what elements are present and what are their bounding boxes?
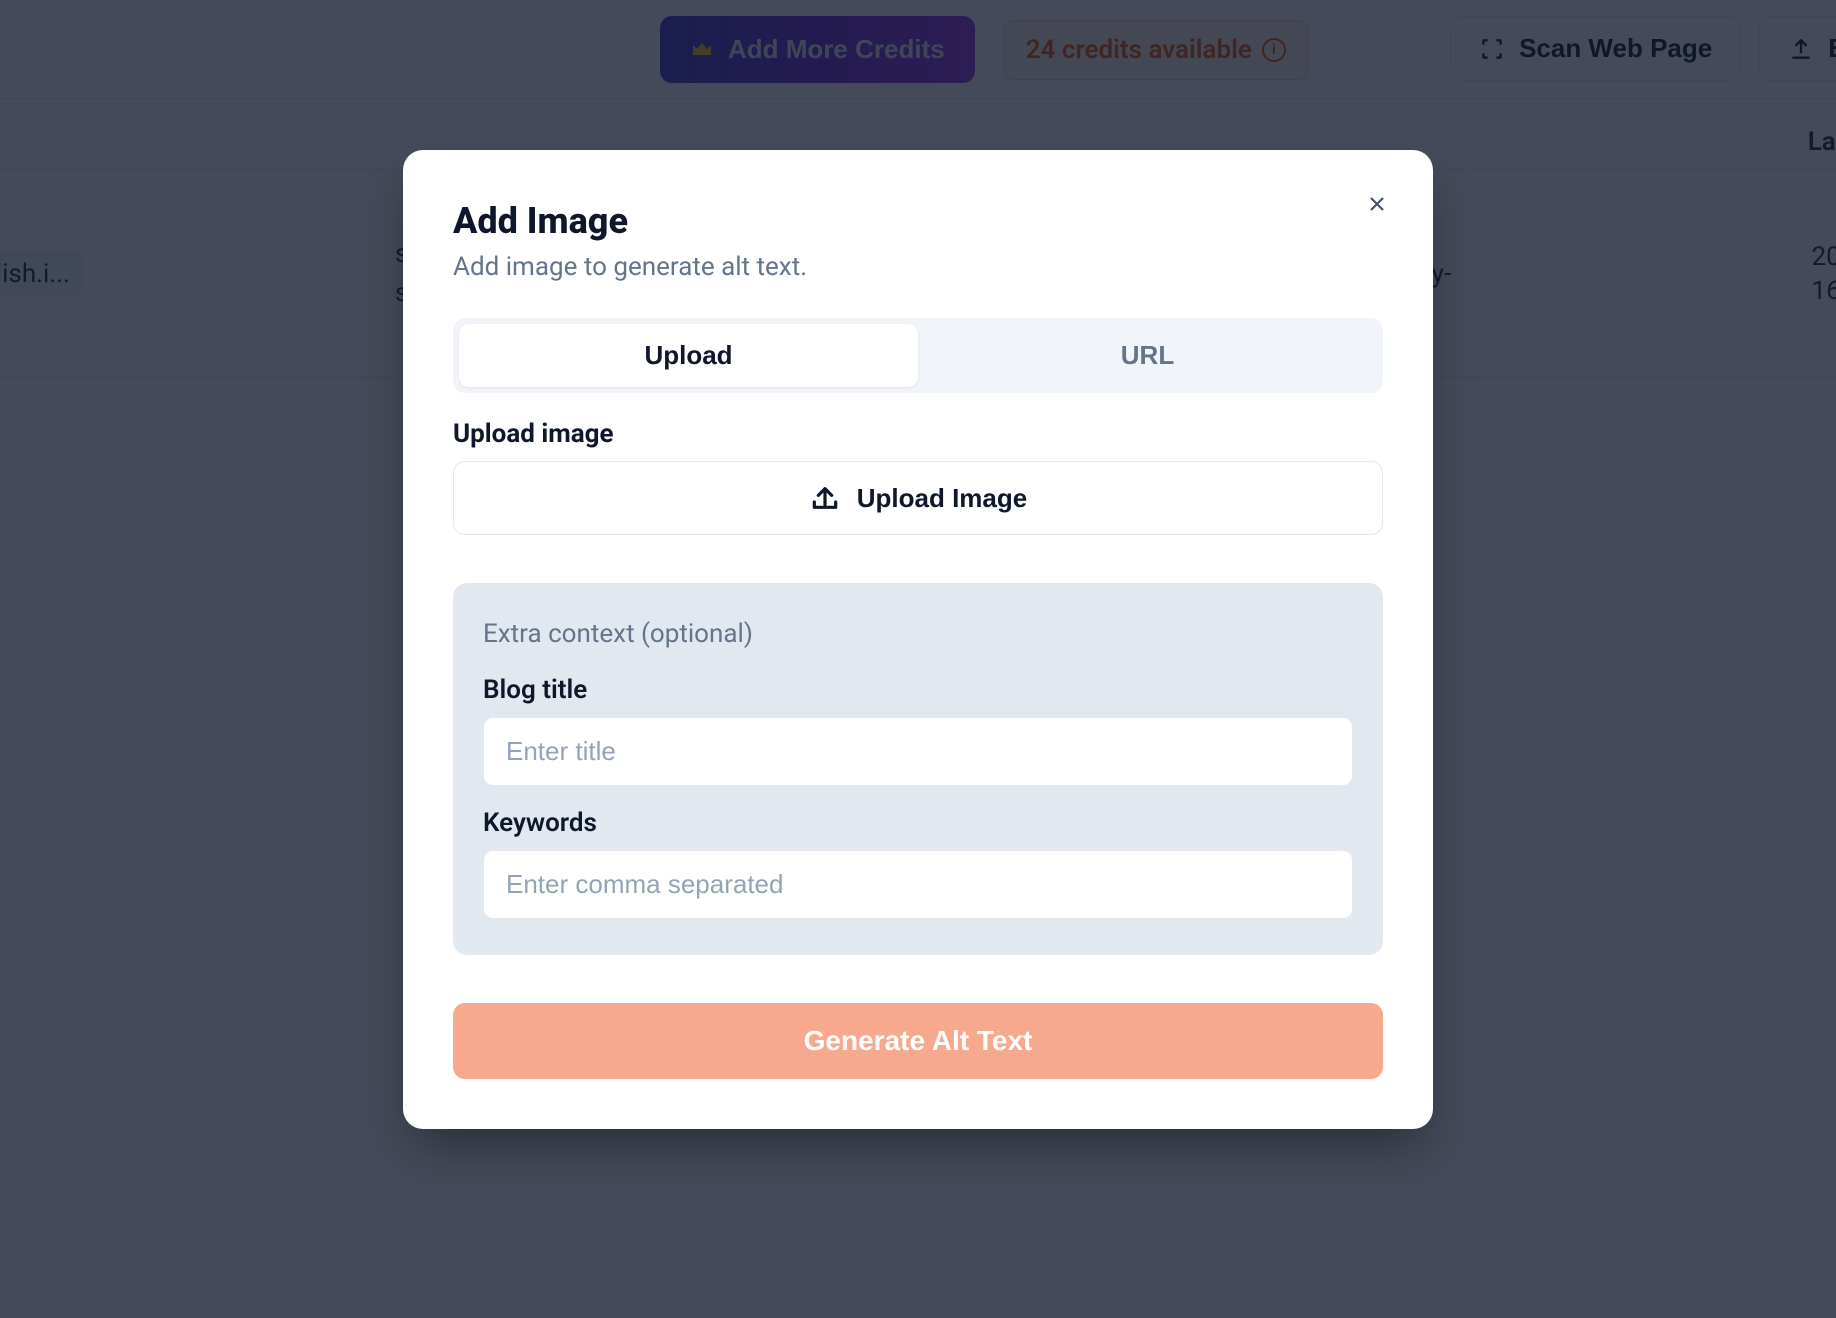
tab-url[interactable]: URL [918, 324, 1377, 387]
tab-upload[interactable]: Upload [459, 324, 918, 387]
close-button[interactable] [1365, 192, 1389, 216]
upload-image-button-label: Upload Image [857, 483, 1027, 514]
modal-overlay[interactable]: Add Image Add image to generate alt text… [0, 0, 1836, 1318]
keywords-input[interactable] [483, 850, 1353, 919]
add-image-modal: Add Image Add image to generate alt text… [403, 150, 1433, 1129]
blog-title-field-group: Blog title [483, 675, 1353, 786]
extra-context-heading: Extra context (optional) [483, 619, 1353, 649]
blog-title-input[interactable] [483, 717, 1353, 786]
close-icon [1365, 192, 1389, 216]
extra-context-section: Extra context (optional) Blog title Keyw… [453, 583, 1383, 955]
keywords-field-group: Keywords [483, 808, 1353, 919]
upload-image-button[interactable]: Upload Image [453, 461, 1383, 535]
upload-image-label: Upload image [453, 419, 1383, 449]
generate-alt-text-button[interactable]: Generate Alt Text [453, 1003, 1383, 1079]
modal-subtitle: Add image to generate alt text. [453, 252, 1383, 282]
modal-title: Add Image [453, 200, 1383, 242]
tabs: Upload URL [453, 318, 1383, 393]
upload-icon [809, 482, 841, 514]
keywords-label: Keywords [483, 808, 1353, 838]
blog-title-label: Blog title [483, 675, 1353, 705]
